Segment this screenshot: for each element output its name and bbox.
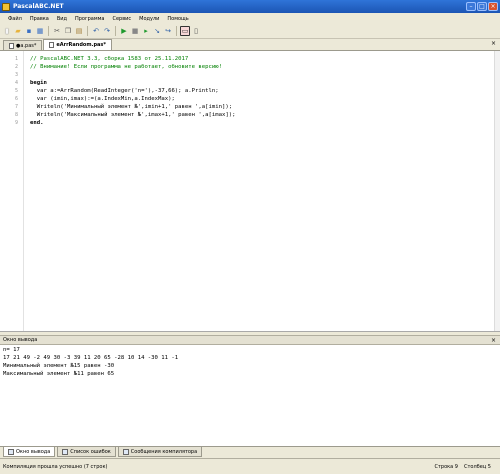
line-number: 8 [14,112,18,118]
menu-file[interactable]: Файл [4,16,26,22]
document-icon [49,42,55,48]
close-tab-icon[interactable]: × [491,40,496,47]
document-tabs: ●a.pas* eArrRandom.pas* [0,39,500,51]
tab-label: ●a.pas* [16,42,37,49]
close-button[interactable]: × [488,2,498,11]
output-window-icon[interactable]: ▭ [180,26,190,36]
status-message: Компиляция прошла успешно (7 строк) [3,463,108,470]
code-line: begin [30,80,47,86]
open-icon[interactable]: ▰ [13,26,23,36]
code-line: Writeln('Максимальный элемент №',imax+1,… [30,112,236,118]
stop-icon[interactable]: ■ [130,26,140,36]
code-line: end. [30,120,44,126]
cut-icon[interactable]: ✂ [52,26,62,36]
line-number: 2 [14,64,18,70]
settings-icon[interactable]: ▯ [191,26,201,36]
app-icon [2,2,10,11]
output-panel-title: Окно вывода [3,337,38,343]
copy-icon[interactable]: ❐ [63,26,73,36]
menu-service[interactable]: Сервис [108,16,135,22]
line-number: 4 [14,80,18,86]
tab-label: Список ошибок [70,448,111,455]
toolbar-separator [115,26,116,36]
redo-icon[interactable]: ↷ [102,26,112,36]
toolbar-separator [176,26,177,36]
error-list-icon [62,448,69,455]
minimize-button[interactable]: – [466,2,476,11]
compiler-messages-icon [122,448,129,455]
paste-icon[interactable]: ▤ [74,26,84,36]
cursor-column: Столбец 5 [464,463,491,470]
line-number: 6 [14,96,18,102]
line-number-gutter: 1 2 3 4 5 6 7 8 9 [0,51,24,331]
menu-program[interactable]: Программа [71,16,108,22]
run-icon[interactable]: ▶ [119,26,129,36]
debug-icon[interactable]: ▸ [141,26,151,36]
code-line: Writeln('Минимальный элемент №',imin+1,'… [30,104,233,110]
window-title: PascalABC.NET [13,3,64,10]
title-bar: PascalABC.NET – □ × [0,0,500,13]
tab-label: Сообщения компилятора [130,448,198,455]
toolbar-separator [87,26,88,36]
menu-help[interactable]: Помощь [163,16,192,22]
line-number: 5 [14,88,18,94]
code-editor[interactable]: 1 2 3 4 5 6 7 8 9 // PascalABC.NET 3.3, … [0,51,500,332]
save-icon[interactable]: ▪ [24,26,34,36]
tab-label: Окно вывода [16,448,51,455]
line-number: 7 [14,104,18,110]
toolbar: ▮ ▰ ▪ ▦ ✂ ❐ ▤ ↶ ↷ ▶ ■ ▸ ↘ ↪ ▭ ▯ [0,24,500,39]
toolbar-separator [48,26,49,36]
tab-output-window[interactable]: Окно вывода [3,447,56,457]
step-over-icon[interactable]: ↪ [163,26,173,36]
output-window[interactable]: n= 17 17 21 49 -2 49 30 -3 39 11 20 65 -… [0,345,500,446]
cursor-row: Строка 9 [434,463,459,470]
menu-view[interactable]: Вид [53,16,71,22]
new-file-icon[interactable]: ▮ [2,26,12,36]
line-number: 9 [14,120,18,126]
tab-earrrandom-pas[interactable]: eArrRandom.pas* [43,39,113,50]
tab-compiler-messages[interactable]: Сообщения компилятора [117,447,203,457]
menu-edit[interactable]: Правка [26,16,53,22]
output-line: n= 17 [3,347,20,353]
menu-modules[interactable]: Модули [135,16,163,22]
undo-icon[interactable]: ↶ [91,26,101,36]
line-number: 3 [14,72,18,78]
save-all-icon[interactable]: ▦ [35,26,45,36]
output-window-icon [8,448,14,455]
line-number: 1 [14,56,18,62]
code-line: var a:=ArrRandom(ReadInteger('n='),-37,6… [30,88,219,94]
tab-label: eArrRandom.pas* [56,42,107,48]
output-line: 17 21 49 -2 49 30 -3 39 11 20 65 -28 10 … [3,355,179,361]
editor-scrollbar[interactable] [494,51,500,331]
output-line: Максимальный элемент №11 равен 65 [3,371,115,377]
output-panel-header: Окно вывода × [0,335,500,345]
tab-a-pas[interactable]: ●a.pas* [3,40,43,50]
code-line: // Внимание! Если программа не работает,… [30,64,222,70]
tab-error-list[interactable]: Список ошибок [57,447,116,457]
code-line: // PascalABC.NET 3.3, сборка 1583 от 25.… [30,56,189,62]
maximize-button[interactable]: □ [477,2,487,11]
bottom-tabs: Окно вывода Список ошибок Сообщения комп… [0,446,500,458]
output-line: Минимальный элемент №15 равен -30 [3,363,115,369]
status-bar: Компиляция прошла успешно (7 строк) Стро… [0,458,500,474]
menu-bar: Файл Правка Вид Программа Сервис Модули … [0,13,500,24]
close-panel-icon[interactable]: × [491,336,496,345]
document-icon [9,42,14,49]
code-line: var (imin,imax):=(a.IndexMin,a.IndexMax)… [30,96,175,102]
step-into-icon[interactable]: ↘ [152,26,162,36]
